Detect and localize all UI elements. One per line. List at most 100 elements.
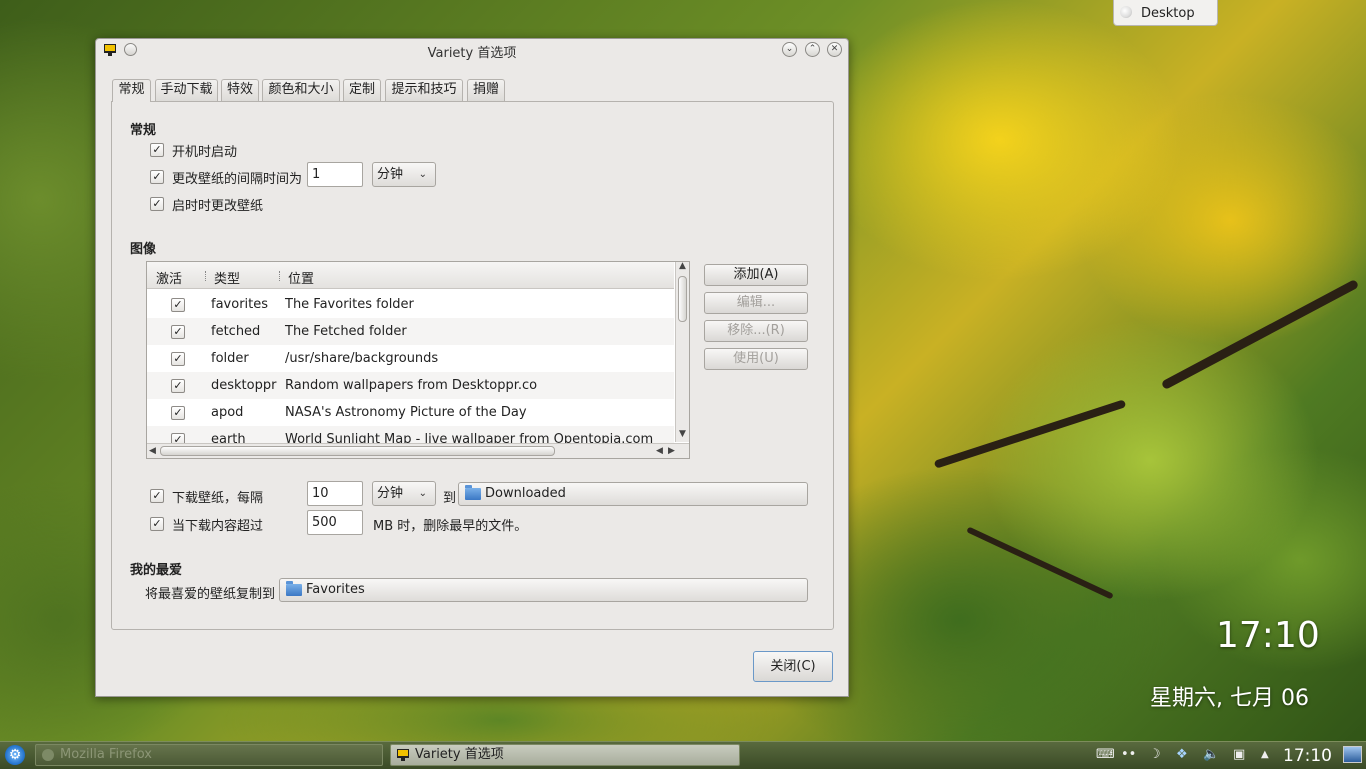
folder-icon xyxy=(286,581,302,596)
vertical-scroll-thumb[interactable] xyxy=(678,276,687,322)
chevron-down-icon: ⌄ xyxy=(418,169,427,180)
favorites-heading: 我的最爱 xyxy=(130,563,183,578)
favorites-copy-label: 将最喜爱的壁纸复制到 xyxy=(145,587,276,602)
tray-expand-icon[interactable]: ▲ xyxy=(1261,749,1269,760)
scroll-left-icon[interactable]: ◀ xyxy=(656,446,663,456)
desktop-tooltip-label: Desktop xyxy=(1141,6,1195,21)
tab-effects[interactable]: 特效 xyxy=(221,79,259,101)
indicator-dots-icon[interactable]: •• xyxy=(1121,747,1136,762)
tab-customize[interactable]: 定制 xyxy=(343,79,381,101)
image-sources-list[interactable]: 激活 类型 位置 ✓ favorites The Favorites folde… xyxy=(146,261,690,459)
wallpaper-branch xyxy=(966,526,1114,600)
tab-donate[interactable]: 捐赠 xyxy=(467,79,505,101)
download-to-label: 到 xyxy=(443,491,457,506)
source-location: NASA's Astronomy Picture of the Day xyxy=(285,405,527,420)
firefox-icon xyxy=(42,749,54,761)
download-folder-button[interactable]: Downloaded xyxy=(458,482,808,506)
start-on-boot-label: 开机时启动 xyxy=(172,145,238,160)
change-interval-checkbox[interactable]: ✓ xyxy=(150,170,164,184)
taskbar-item-label: Mozilla Firefox xyxy=(60,747,152,762)
tab-color-size[interactable]: 颜色和大小 xyxy=(262,79,340,101)
column-header-location[interactable]: 位置 xyxy=(288,268,314,287)
image-sources-header: 激活 类型 位置 xyxy=(147,262,674,289)
close-button[interactable]: 关闭(C) xyxy=(753,651,833,682)
favorites-folder-button[interactable]: Favorites xyxy=(279,578,808,602)
scroll-up-icon[interactable]: ▲ xyxy=(679,262,686,271)
desktop-icon xyxy=(1120,6,1132,18)
taskbar: ⚙ Mozilla Firefox Variety 首选项 ⌨ •• ☽ ❖ 🔈… xyxy=(0,741,1366,769)
tab-manual-download[interactable]: 手动下载 xyxy=(155,79,218,101)
start-on-boot-checkbox[interactable]: ✓ xyxy=(150,143,164,157)
horizontal-scrollbar[interactable]: ◀ ◀ ▶ xyxy=(147,443,689,458)
source-enabled-checkbox[interactable]: ✓ xyxy=(171,379,185,393)
source-type: fetched xyxy=(211,324,261,339)
table-row[interactable]: ✓ apod NASA's Astronomy Picture of the D… xyxy=(147,399,674,426)
preferences-window: Variety 首选项 ⌄ ⌃ ✕ 常规 手动下载 特效 颜色和大小 定制 提示… xyxy=(95,38,849,697)
moon-icon[interactable]: ☽ xyxy=(1149,747,1161,762)
change-on-start-checkbox[interactable]: ✓ xyxy=(150,197,164,211)
download-limit-checkbox[interactable]: ✓ xyxy=(150,517,164,531)
change-interval-input[interactable]: 1 xyxy=(307,162,363,187)
taskbar-item-firefox[interactable]: Mozilla Firefox xyxy=(35,744,383,766)
download-folder-label: Downloaded xyxy=(485,486,566,501)
source-type: favorites xyxy=(211,297,269,312)
favorites-folder-label: Favorites xyxy=(306,582,365,597)
wallpaper-branch xyxy=(1160,278,1360,391)
add-source-button[interactable]: 添加(A) xyxy=(704,264,808,286)
maximize-button[interactable]: ⌃ xyxy=(805,42,820,57)
source-enabled-checkbox[interactable]: ✓ xyxy=(171,352,185,366)
taskbar-item-variety[interactable]: Variety 首选项 xyxy=(390,744,740,766)
close-window-button[interactable]: ✕ xyxy=(827,42,842,57)
download-every-checkbox[interactable]: ✓ xyxy=(150,489,164,503)
source-location: The Favorites folder xyxy=(285,297,414,312)
vertical-scrollbar[interactable]: ▲ ▼ xyxy=(675,262,689,442)
source-type: apod xyxy=(211,405,244,420)
variety-app-icon xyxy=(397,749,409,761)
source-enabled-checkbox[interactable]: ✓ xyxy=(171,406,185,420)
download-limit-input[interactable]: 500 xyxy=(307,510,363,535)
network-icon[interactable]: ▣ xyxy=(1233,747,1245,762)
window-title: Variety 首选项 xyxy=(427,46,517,61)
scroll-left-icon[interactable]: ◀ xyxy=(149,446,156,456)
taskbar-item-label: Variety 首选项 xyxy=(415,747,504,762)
remove-source-button[interactable]: 移除...(R) xyxy=(704,320,808,342)
horizontal-scroll-thumb[interactable] xyxy=(160,446,555,456)
desktop-clock-date: 星期六, 七月 06 xyxy=(1150,686,1309,711)
scroll-down-icon[interactable]: ▼ xyxy=(679,429,686,439)
minimize-button[interactable]: ⌄ xyxy=(782,42,797,57)
table-row[interactable]: ✓ desktoppr Random wallpapers from Deskt… xyxy=(147,372,674,399)
column-header-type[interactable]: 类型 xyxy=(214,268,240,287)
use-source-button[interactable]: 使用(U) xyxy=(704,348,808,370)
scroll-right-icon[interactable]: ▶ xyxy=(668,446,675,456)
chevron-down-icon: ⌄ xyxy=(418,488,427,499)
window-titlebar[interactable]: Variety 首选项 ⌄ ⌃ ✕ xyxy=(96,39,848,63)
general-heading: 常规 xyxy=(130,123,157,138)
tab-general[interactable]: 常规 xyxy=(112,79,151,102)
desktop-tooltip[interactable]: Desktop xyxy=(1113,0,1218,26)
source-enabled-checkbox[interactable]: ✓ xyxy=(171,325,185,339)
download-every-input[interactable]: 10 xyxy=(307,481,363,506)
column-separator xyxy=(205,271,207,281)
change-interval-unit-select[interactable]: 分钟 ⌄ xyxy=(372,162,436,187)
tab-tips[interactable]: 提示和技巧 xyxy=(385,79,463,101)
table-row[interactable]: ✓ favorites The Favorites folder xyxy=(147,291,674,318)
download-every-unit-value: 分钟 xyxy=(377,486,404,501)
show-desktop-icon[interactable] xyxy=(1343,746,1362,763)
source-type: desktoppr xyxy=(211,378,277,393)
column-separator xyxy=(279,271,281,281)
wallpaper-branch xyxy=(933,399,1127,469)
edit-source-button[interactable]: 编辑... xyxy=(704,292,808,314)
dropbox-icon[interactable]: ❖ xyxy=(1176,747,1188,762)
images-heading: 图像 xyxy=(130,242,157,257)
taskbar-clock[interactable]: 17:10 xyxy=(1283,746,1332,766)
volume-icon[interactable]: 🔈 xyxy=(1203,747,1219,762)
keyboard-icon[interactable]: ⌨ xyxy=(1096,747,1115,762)
table-row[interactable]: ✓ folder /usr/share/backgrounds xyxy=(147,345,674,372)
table-row[interactable]: ✓ fetched The Fetched folder xyxy=(147,318,674,345)
start-menu-icon[interactable]: ⚙ xyxy=(5,745,25,765)
download-every-unit-select[interactable]: 分钟 ⌄ xyxy=(372,481,436,506)
source-type: folder xyxy=(211,351,249,366)
source-location: Random wallpapers from Desktoppr.co xyxy=(285,378,538,393)
column-header-active[interactable]: 激活 xyxy=(156,268,182,287)
source-enabled-checkbox[interactable]: ✓ xyxy=(171,298,185,312)
